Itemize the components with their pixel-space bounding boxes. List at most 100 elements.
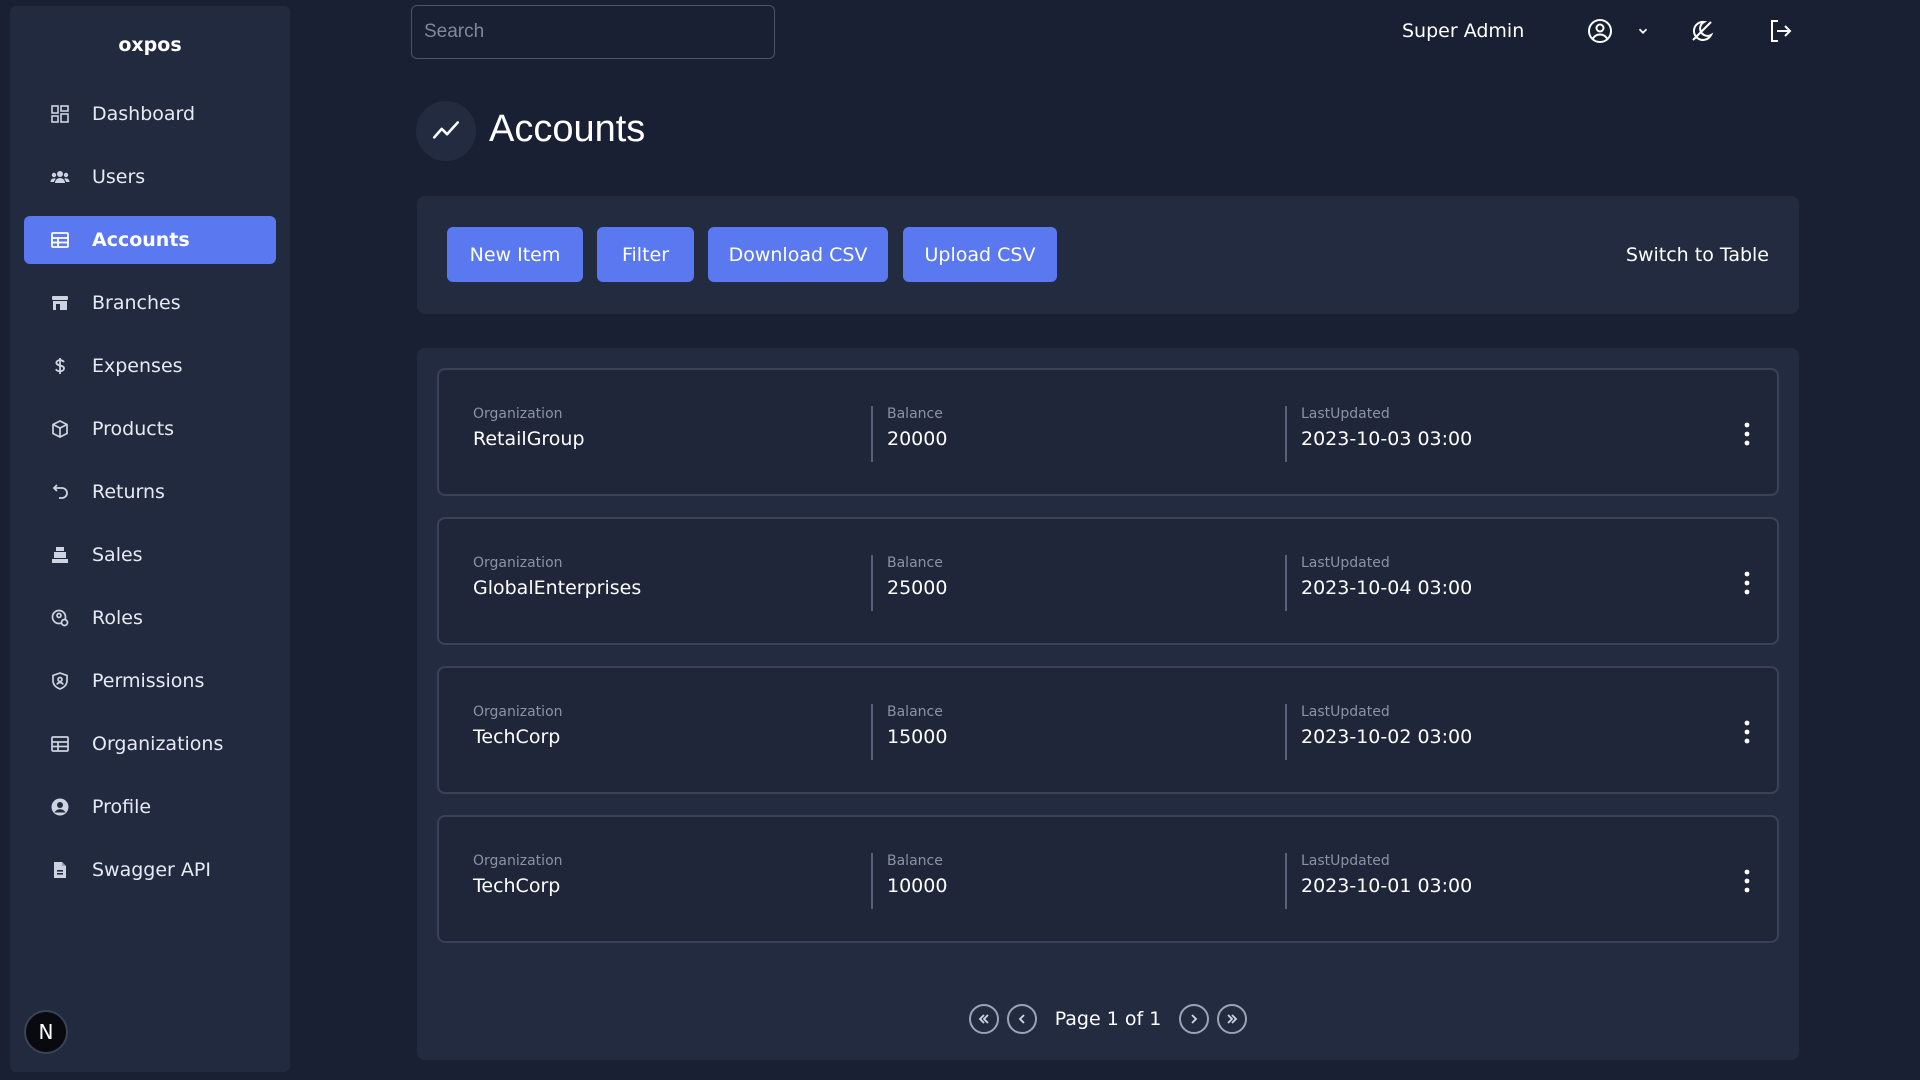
first-page-icon[interactable] xyxy=(968,1004,999,1034)
last-updated-label: LastUpdated xyxy=(1301,406,1390,422)
sidebar-item-label: Dashboard xyxy=(92,103,196,125)
last-updated-label: LastUpdated xyxy=(1301,853,1390,869)
chevron-down-icon[interactable] xyxy=(1630,15,1656,47)
list-item[interactable]: Organization TechCorp Balance 10000 Last… xyxy=(437,815,1779,943)
dollar-icon xyxy=(50,356,70,376)
sidebar-item-label: Organizations xyxy=(92,733,224,755)
user-circle-icon xyxy=(50,797,70,817)
list-item[interactable]: Organization GlobalEnterprises Balance 2… xyxy=(437,517,1779,645)
last-updated-label: LastUpdated xyxy=(1301,704,1390,720)
account-circle-icon[interactable] xyxy=(1584,15,1616,47)
organization-label: Organization xyxy=(473,406,563,422)
organization-cell: Organization TechCorp xyxy=(473,853,563,897)
table-icon xyxy=(50,230,70,250)
organization-cell: Organization TechCorp xyxy=(473,704,563,748)
sidebar-item-label: Roles xyxy=(92,607,143,629)
sidebar-item-roles[interactable]: Roles xyxy=(24,594,276,642)
more-options-icon[interactable] xyxy=(1737,712,1757,752)
sidebar-item-swagger-api[interactable]: Swagger API xyxy=(24,846,276,894)
last-page-icon[interactable] xyxy=(1217,1004,1248,1034)
sidebar-item-dashboard[interactable]: Dashboard xyxy=(24,90,276,138)
last-updated-value: 2023-10-02 03:00 xyxy=(1301,726,1473,748)
shield-icon xyxy=(50,671,70,691)
sidebar-item-label: Profile xyxy=(92,796,152,818)
last-updated-value: 2023-10-03 03:00 xyxy=(1301,428,1473,450)
sidebar-item-label: Users xyxy=(92,166,146,188)
file-icon xyxy=(50,860,70,880)
balance-cell: Balance 25000 xyxy=(887,555,947,599)
list-item[interactable]: Organization RetailGroup Balance 20000 L… xyxy=(437,368,1779,496)
organization-label: Organization xyxy=(473,704,563,720)
sidebar-item-label: Permissions xyxy=(92,670,205,692)
last-updated-cell: LastUpdated 2023-10-01 03:00 xyxy=(1301,853,1472,897)
box-icon xyxy=(50,419,70,439)
sidebar-item-label: Products xyxy=(92,418,175,440)
logout-icon[interactable] xyxy=(1764,15,1796,47)
table-icon xyxy=(50,734,70,754)
search-input[interactable] xyxy=(411,5,775,59)
store-icon xyxy=(50,293,70,313)
n-badge[interactable]: N xyxy=(24,1010,68,1054)
sidebar-item-label: Returns xyxy=(92,481,165,503)
new-item-button[interactable]: New Item xyxy=(447,227,583,282)
sidebar-item-profile[interactable]: Profile xyxy=(24,783,276,831)
balance-label: Balance xyxy=(887,704,943,720)
divider xyxy=(871,406,873,462)
balance-cell: Balance 20000 xyxy=(887,406,947,450)
undo-icon xyxy=(50,482,70,502)
app-root: oxpos Dashboard Users Accounts Branches … xyxy=(0,0,1920,1080)
sidebar-item-organizations[interactable]: Organizations xyxy=(24,720,276,768)
divider xyxy=(1285,406,1287,462)
sidebar-item-returns[interactable]: Returns xyxy=(24,468,276,516)
divider xyxy=(1285,555,1287,611)
toolbar: New Item Filter Download CSV Upload CSV … xyxy=(417,196,1799,314)
switch-to-table-link[interactable]: Switch to Table xyxy=(1626,244,1769,266)
more-options-icon[interactable] xyxy=(1737,563,1757,603)
last-updated-cell: LastUpdated 2023-10-03 03:00 xyxy=(1301,406,1472,450)
last-updated-value: 2023-10-01 03:00 xyxy=(1301,875,1473,897)
balance-value: 20000 xyxy=(887,428,948,450)
sidebar-item-branches[interactable]: Branches xyxy=(24,279,276,327)
organization-value: TechCorp xyxy=(473,726,561,748)
accounts-list: Organization RetailGroup Balance 20000 L… xyxy=(417,348,1799,1060)
grid-icon xyxy=(50,104,70,124)
download-csv-button[interactable]: Download CSV xyxy=(708,227,888,282)
more-options-icon[interactable] xyxy=(1737,414,1757,454)
sidebar-item-permissions[interactable]: Permissions xyxy=(24,657,276,705)
divider xyxy=(1285,704,1287,760)
last-updated-cell: LastUpdated 2023-10-04 03:00 xyxy=(1301,555,1472,599)
sidebar-item-label: Accounts xyxy=(92,229,190,251)
register-icon xyxy=(50,545,70,565)
balance-value: 10000 xyxy=(887,875,948,897)
divider xyxy=(871,853,873,909)
sidebar-item-sales[interactable]: Sales xyxy=(24,531,276,579)
sidebar-item-label: Branches xyxy=(92,292,181,314)
organization-value: RetailGroup xyxy=(473,428,585,450)
page-title: Accounts xyxy=(489,108,646,150)
organization-label: Organization xyxy=(473,555,563,571)
sidebar-item-label: Expenses xyxy=(92,355,183,377)
balance-label: Balance xyxy=(887,853,943,869)
theme-toggle-icon[interactable] xyxy=(1686,15,1718,47)
balance-value: 15000 xyxy=(887,726,948,748)
next-page-icon[interactable] xyxy=(1179,1004,1210,1034)
role-icon xyxy=(50,608,70,628)
sidebar-item-accounts[interactable]: Accounts xyxy=(24,216,276,264)
sidebar-item-products[interactable]: Products xyxy=(24,405,276,453)
trend-icon xyxy=(416,101,476,161)
previous-page-icon[interactable] xyxy=(1006,1004,1037,1034)
pagination: Page 1 of 1 xyxy=(417,1004,1799,1034)
more-options-icon[interactable] xyxy=(1737,861,1757,901)
filter-button[interactable]: Filter xyxy=(597,227,694,282)
organization-value: GlobalEnterprises xyxy=(473,577,642,599)
sidebar-item-expenses[interactable]: Expenses xyxy=(24,342,276,390)
user-name: Super Admin xyxy=(1402,20,1525,42)
divider xyxy=(1285,853,1287,909)
list-item[interactable]: Organization TechCorp Balance 15000 Last… xyxy=(437,666,1779,794)
organization-cell: Organization RetailGroup xyxy=(473,406,585,450)
sidebar-item-users[interactable]: Users xyxy=(24,153,276,201)
balance-cell: Balance 15000 xyxy=(887,704,947,748)
sidebar-nav: Dashboard Users Accounts Branches Expens… xyxy=(24,90,276,909)
upload-csv-button[interactable]: Upload CSV xyxy=(903,227,1057,282)
balance-label: Balance xyxy=(887,555,943,571)
